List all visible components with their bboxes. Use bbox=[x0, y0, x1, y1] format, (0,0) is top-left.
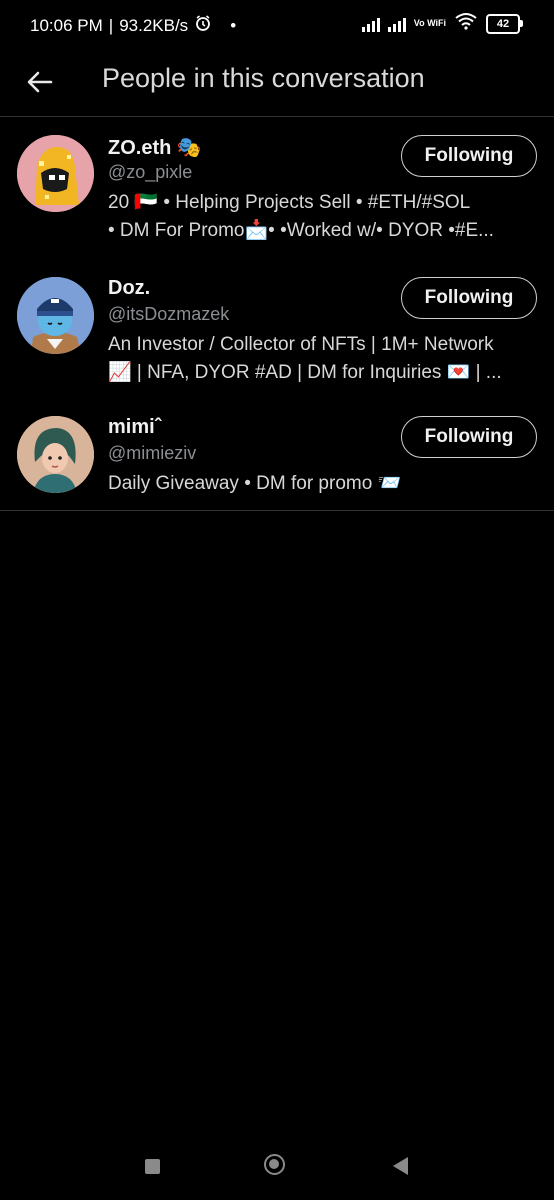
user-handle[interactable]: @mimieziv bbox=[108, 443, 196, 464]
following-button[interactable]: Following bbox=[401, 277, 537, 319]
battery-icon: 42 bbox=[486, 13, 523, 34]
wifi-icon bbox=[454, 12, 478, 35]
page-title: People in this conversation bbox=[102, 63, 425, 93]
notification-dot-icon: • bbox=[230, 15, 237, 35]
bio-line: An Investor / Collector of NFTs | 1M+ Ne… bbox=[108, 334, 494, 355]
user-bio: Daily Giveaway • DM for promo 📨 bbox=[108, 470, 540, 498]
back-triangle-icon[interactable] bbox=[393, 1157, 408, 1175]
vowifi-label: Vo WiFi bbox=[413, 18, 446, 28]
system-nav-bar bbox=[0, 1140, 554, 1200]
back-button[interactable] bbox=[22, 64, 58, 100]
bio-line: • DM For Promo📩• •Worked w/• DYOR •#E... bbox=[108, 220, 494, 241]
status-speed: 93.2KB/s bbox=[119, 15, 189, 35]
status-left: 10:06 PM | 93.2KB/s • bbox=[30, 14, 236, 37]
status-bar: 10:06 PM | 93.2KB/s • Vo WiFi 42 bbox=[0, 0, 554, 48]
status-separator: | bbox=[108, 15, 114, 35]
signal-icon bbox=[361, 16, 380, 32]
user-name[interactable]: mimiˆ bbox=[108, 416, 161, 439]
signal-icon-2 bbox=[387, 16, 406, 32]
user-name-text: ZO.eth bbox=[108, 137, 172, 159]
user-handle[interactable]: @zo_pixle bbox=[108, 162, 192, 183]
user-bio: An Investor / Collector of NFTs | 1M+ Ne… bbox=[108, 331, 540, 387]
user-bio: 20 🇦🇪 • Helping Projects Sell • #ETH/#SO… bbox=[108, 189, 540, 245]
status-time: 10:06 PM bbox=[30, 15, 103, 35]
alarm-icon bbox=[194, 14, 212, 37]
bio-line: 20 🇦🇪 • Helping Projects Sell • #ETH/#SO… bbox=[108, 192, 471, 213]
home-icon[interactable] bbox=[264, 1154, 285, 1175]
avatar[interactable] bbox=[17, 135, 94, 212]
bio-line: 📈 | NFA, DYOR #AD | DM for Inquiries 💌 |… bbox=[108, 362, 502, 383]
bio-line: Daily Giveaway • DM for promo 📨 bbox=[108, 473, 402, 494]
recents-icon[interactable] bbox=[145, 1159, 160, 1174]
user-handle[interactable]: @itsDozmazek bbox=[108, 304, 229, 325]
user-name[interactable]: Doz. bbox=[108, 277, 150, 300]
list-divider bbox=[0, 510, 554, 511]
status-right: Vo WiFi 42 bbox=[361, 12, 523, 35]
avatar[interactable] bbox=[17, 277, 94, 354]
avatar[interactable] bbox=[17, 416, 94, 493]
arrow-left-icon bbox=[27, 71, 53, 93]
masks-emoji: 🎭 bbox=[176, 137, 202, 159]
following-button[interactable]: Following bbox=[401, 416, 537, 458]
user-row[interactable]: mimiˆ @mimieziv Daily Giveaway • DM for … bbox=[0, 416, 554, 496]
user-row[interactable]: Doz. @itsDozmazek An Investor / Collecto… bbox=[0, 277, 554, 397]
following-button[interactable]: Following bbox=[401, 135, 537, 177]
user-row[interactable]: ZO.eth 🎭 @zo_pixle 20 🇦🇪 • Helping Proje… bbox=[0, 135, 554, 255]
user-name[interactable]: ZO.eth 🎭 bbox=[108, 135, 202, 160]
header: People in this conversation bbox=[0, 48, 554, 117]
